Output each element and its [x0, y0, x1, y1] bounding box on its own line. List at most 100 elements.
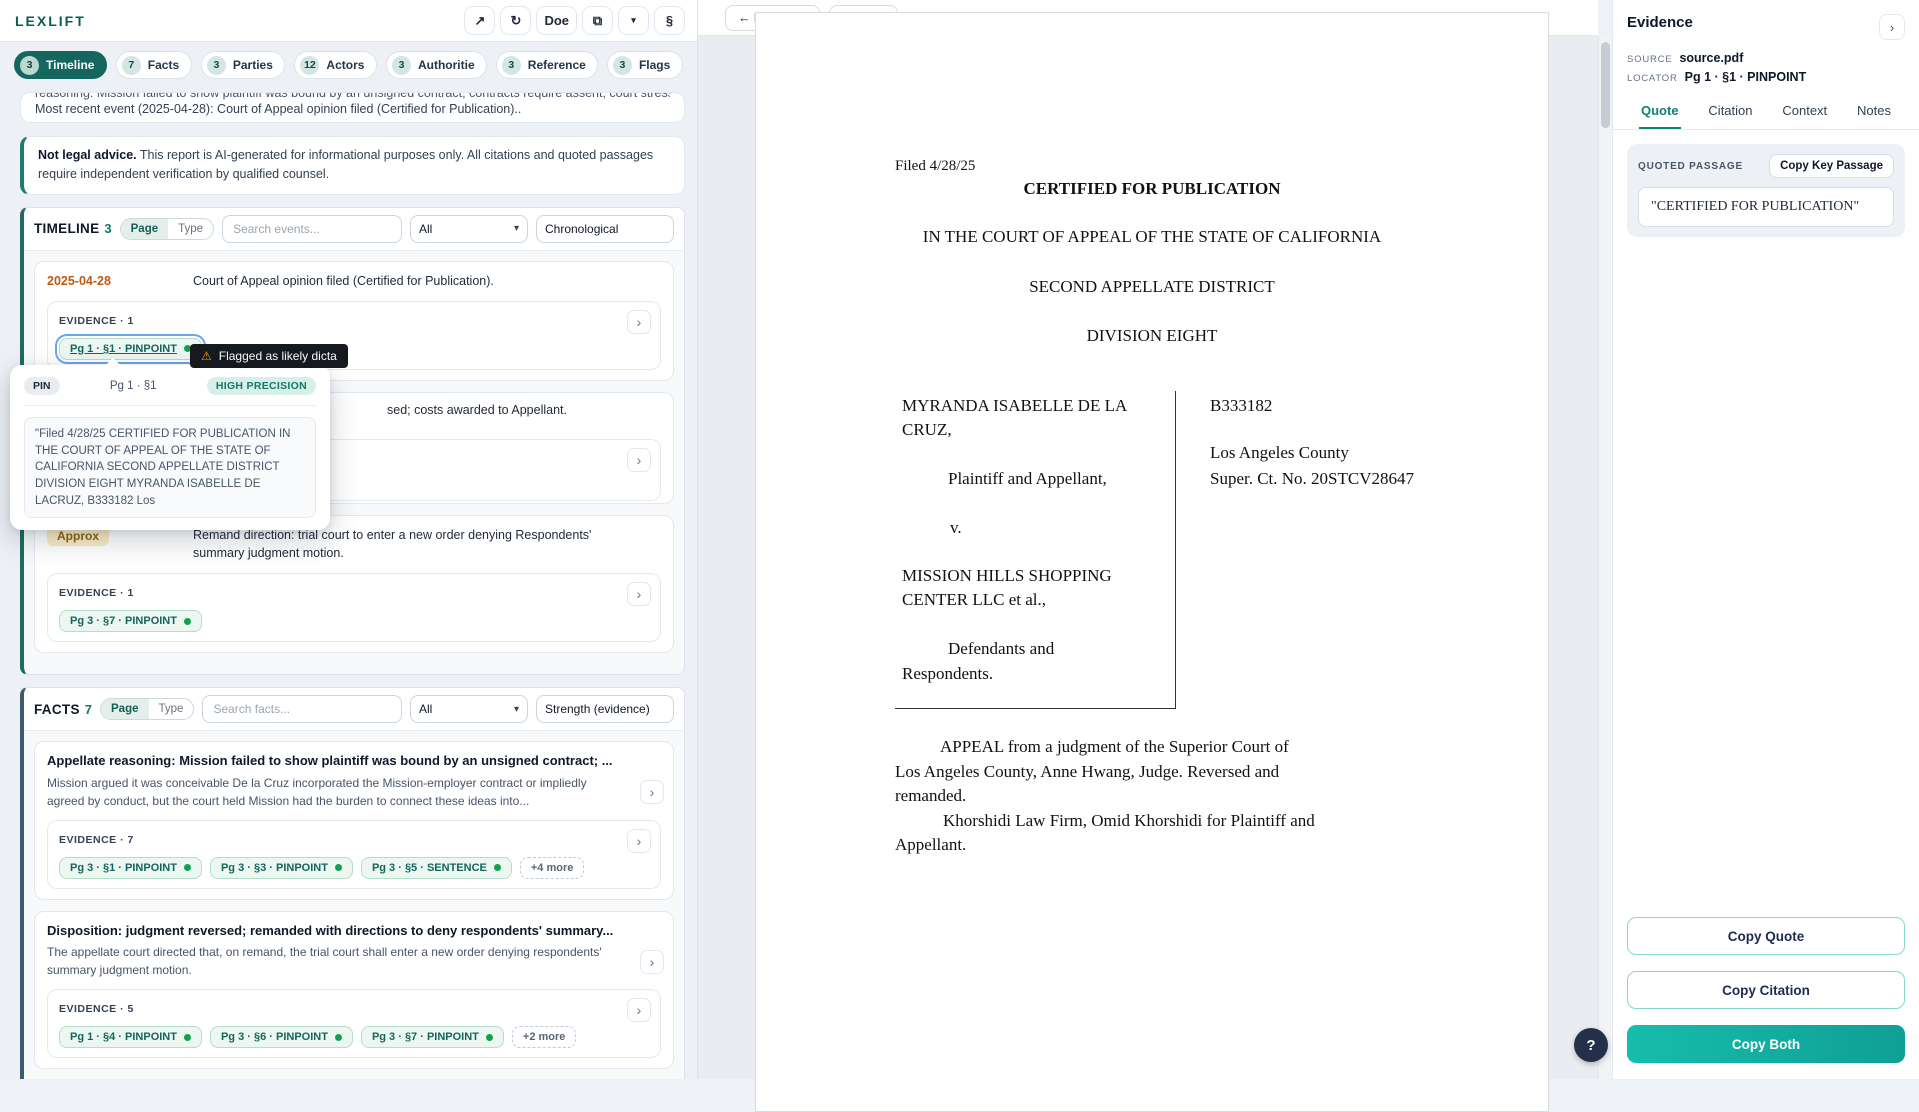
evidence-chip[interactable]: Pg 3 · §6 · PINPOINT	[210, 1026, 353, 1048]
copy-quote-button[interactable]: Copy Quote	[1627, 917, 1905, 955]
doc-case-number: B333182	[1210, 396, 1272, 416]
chevron-right-icon[interactable]: ›	[627, 998, 651, 1022]
warning-icon: ⚠	[201, 349, 212, 363]
doc-button[interactable]: Doe	[536, 6, 577, 35]
pinpoint-dot-icon	[335, 1034, 342, 1041]
source-label: SOURCE	[1627, 54, 1672, 65]
chevron-right-icon[interactable]: ›	[627, 829, 651, 853]
doc-court-heading: IN THE COURT OF APPEAL OF THE STATE OF C…	[756, 227, 1548, 247]
facts-sort-select[interactable]: Strength (evidence)	[536, 695, 674, 723]
chevron-right-icon[interactable]: ›	[627, 448, 651, 472]
chip-label: Pg 3 · §7 · PINPOINT	[372, 1031, 479, 1043]
help-icon[interactable]: ?	[1586, 1037, 1595, 1054]
chevron-right-icon[interactable]: ›	[640, 950, 664, 974]
timeline-filter-select[interactable]: All ▾	[410, 215, 528, 243]
fact-card-1[interactable]: Appellate reasoning: Mission failed to s…	[34, 741, 674, 900]
facts-search-input[interactable]	[202, 695, 402, 723]
doc-certified-heading: CERTIFIED FOR PUBLICATION	[756, 179, 1548, 199]
popover-quote: "Filed 4/28/25 CERTIFIED FOR PUBLICATION…	[24, 417, 316, 518]
timeline-event-1[interactable]: 2025-04-28 Court of Appeal opinion filed…	[34, 261, 674, 381]
toggle-type[interactable]: Type	[149, 699, 194, 719]
copy-citation-button[interactable]: Copy Citation	[1627, 971, 1905, 1009]
facts-header: FACTS 7 PageType All▾ Strength (evidence…	[24, 688, 684, 731]
tab-facts[interactable]: 7Facts	[116, 51, 192, 79]
evidence-chip[interactable]: Pg 1 · §4 · PINPOINT	[59, 1026, 202, 1048]
copy-both-button[interactable]: Copy Both	[1627, 1025, 1905, 1063]
chip-label: Pg 3 · §5 · SENTENCE	[372, 862, 487, 874]
chevron-right-icon[interactable]: ›	[627, 310, 651, 334]
evidence-panel-title: Evidence	[1627, 14, 1693, 31]
toggle-page[interactable]: Page	[101, 699, 149, 719]
doc-versus: v.	[950, 518, 962, 538]
refresh-icon[interactable]: ↻	[510, 13, 521, 29]
chip-label: Pg 3 · §1 · PINPOINT	[70, 862, 177, 874]
chevron-right-icon[interactable]: ›	[627, 582, 651, 606]
fact-card-2[interactable]: Disposition: judgment reversed; remanded…	[34, 911, 674, 1070]
evidence-chip[interactable]: Pg 3 · §1 · PINPOINT	[59, 857, 202, 879]
tab-authorities[interactable]: 3Authoritie	[386, 51, 487, 79]
tab-parties[interactable]: 3Parties	[201, 51, 286, 79]
tab-actors[interactable]: 12Actors	[294, 51, 377, 79]
timeline-title: TIMELINE	[34, 221, 99, 236]
popover-locator: Pg 1 · §1	[110, 380, 157, 392]
chevron-right-icon[interactable]: ›	[640, 780, 664, 804]
summary-clipped-line: reasoning: Mission failed to show plaint…	[35, 92, 670, 100]
chip-label: Pg 1 · §4 · PINPOINT	[70, 1031, 177, 1043]
more-evidence-chip[interactable]: +2 more	[512, 1026, 577, 1048]
scrollbar-thumb[interactable]	[1601, 42, 1610, 128]
share-icon[interactable]: ↗	[474, 13, 485, 29]
locator-label: LOCATOR	[1627, 73, 1678, 84]
evidence-chip[interactable]: Pg 3 · §7 · PINPOINT	[59, 610, 202, 632]
doc-division-heading: DIVISION EIGHT	[756, 326, 1548, 346]
chevron-right-icon[interactable]: ›	[1890, 20, 1894, 35]
viewer-scrollbar[interactable]	[1598, 36, 1612, 1079]
chip-label: Pg 3 · §3 · PINPOINT	[221, 862, 328, 874]
summary-recent-event: Most recent event (2025-04-28): Court of…	[35, 102, 670, 116]
chip-label: Pg 3 · §7 · PINPOINT	[70, 615, 177, 627]
evidence-chip[interactable]: Pg 3 · §3 · PINPOINT	[210, 857, 353, 879]
more-evidence-chip[interactable]: +4 more	[520, 857, 585, 879]
tooltip-text: Flagged as likely dicta	[219, 349, 337, 363]
chip-label: Pg 1 · §1 · PINPOINT	[70, 343, 177, 355]
facts-sort-value: Strength (evidence)	[545, 702, 650, 716]
tab-count: 7	[122, 56, 141, 75]
doc-defendant-role: Defendants and	[948, 639, 1054, 659]
chevron-down-icon[interactable]: ▾	[631, 15, 636, 26]
fact-body: The appellate court directed that, on re…	[47, 943, 607, 979]
document-page[interactable]: Filed 4/28/25 CERTIFIED FOR PUBLICATION …	[755, 12, 1549, 1112]
evidence-chip[interactable]: Pg 3 · §7 · PINPOINT	[361, 1026, 504, 1048]
tab-references[interactable]: 3Reference	[496, 51, 598, 79]
tab-timeline[interactable]: 3Timeline	[14, 51, 107, 79]
tab-quote[interactable]: Quote	[1639, 96, 1681, 129]
chevron-down-icon: ▾	[514, 223, 519, 234]
timeline-search-input[interactable]	[222, 215, 402, 243]
facts-filter-select[interactable]: All▾	[410, 695, 528, 723]
help-button: ?	[1574, 1028, 1608, 1062]
doc-superior-court-number: Super. Ct. No. 20STCV28647	[1210, 469, 1414, 489]
evidence-chip[interactable]: Pg 3 · §5 · SENTENCE	[361, 857, 512, 879]
toggle-page[interactable]: Page	[121, 219, 169, 239]
tab-notes[interactable]: Notes	[1855, 96, 1893, 129]
pinpoint-dot-icon	[184, 618, 191, 625]
evidence-chip[interactable]: Pg 1 · §1 · PINPOINT	[59, 338, 202, 360]
doc-counsel-paragraph: Khorshidi Law Firm, Omid Khorshidi for P…	[943, 811, 1315, 831]
facts-count: 7	[85, 702, 92, 717]
section-icon[interactable]: §	[666, 13, 673, 28]
evidence-tabs: Quote Citation Context Notes	[1613, 96, 1919, 130]
tab-citation[interactable]: Citation	[1706, 96, 1754, 129]
doc-defendant-role: Respondents.	[902, 664, 993, 684]
doc-appeal-paragraph: APPEAL from a judgment of the Superior C…	[940, 737, 1289, 757]
timeline-sort-select[interactable]: Chronological	[536, 215, 674, 243]
toggle-type[interactable]: Type	[168, 219, 213, 239]
tab-flags[interactable]: 3Flags	[607, 51, 683, 79]
app-logo: LEXLIFT	[15, 13, 86, 29]
duplicate-icon[interactable]: ⧉	[593, 13, 602, 29]
app-header: LEXLIFT ↗ ↻ Doe ⧉ ▾ §	[0, 0, 697, 42]
evidence-label: EVIDENCE · 1	[59, 587, 134, 599]
timeline-event-3[interactable]: Approx Remand direction: trial court to …	[34, 515, 674, 654]
collapse-panel-button: ›	[1879, 14, 1905, 40]
quoted-passage-text: "CERTIFIED FOR PUBLICATION"	[1638, 187, 1894, 227]
timeline-filter-value: All	[419, 222, 432, 236]
copy-key-passage-button[interactable]: Copy Key Passage	[1769, 154, 1894, 178]
tab-context[interactable]: Context	[1780, 96, 1829, 129]
